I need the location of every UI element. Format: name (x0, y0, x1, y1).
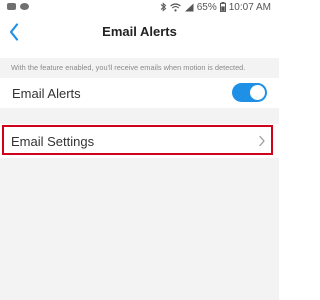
chevron-right-icon (259, 135, 265, 147)
empty-area (0, 158, 279, 300)
email-settings-label: Email Settings (11, 134, 95, 149)
page-title: Email Alerts (102, 24, 177, 39)
notification-icons (7, 3, 29, 10)
status-bar: 65% 10:07 AM (0, 0, 279, 14)
bluetooth-icon (160, 2, 167, 12)
app-header: Email Alerts (0, 14, 279, 50)
battery-icon (219, 2, 226, 12)
email-alerts-toggle[interactable] (232, 83, 267, 102)
toggle-knob (250, 85, 265, 100)
clock-time: 10:07 AM (228, 1, 271, 13)
notification-icon (20, 3, 29, 10)
email-alerts-label: Email Alerts (12, 86, 81, 101)
signal-icon (184, 3, 194, 12)
info-text: With the feature enabled, you'll receive… (11, 63, 246, 72)
info-band: With the feature enabled, you'll receive… (0, 58, 279, 78)
wifi-icon (169, 2, 181, 12)
battery-percent: 65% (196, 1, 217, 13)
email-settings-row[interactable]: Email Settings (0, 124, 279, 158)
system-status: 65% 10:07 AM (160, 1, 271, 13)
email-alerts-row: Email Alerts (0, 78, 279, 108)
section-divider (0, 108, 279, 124)
notification-icon (7, 3, 16, 10)
